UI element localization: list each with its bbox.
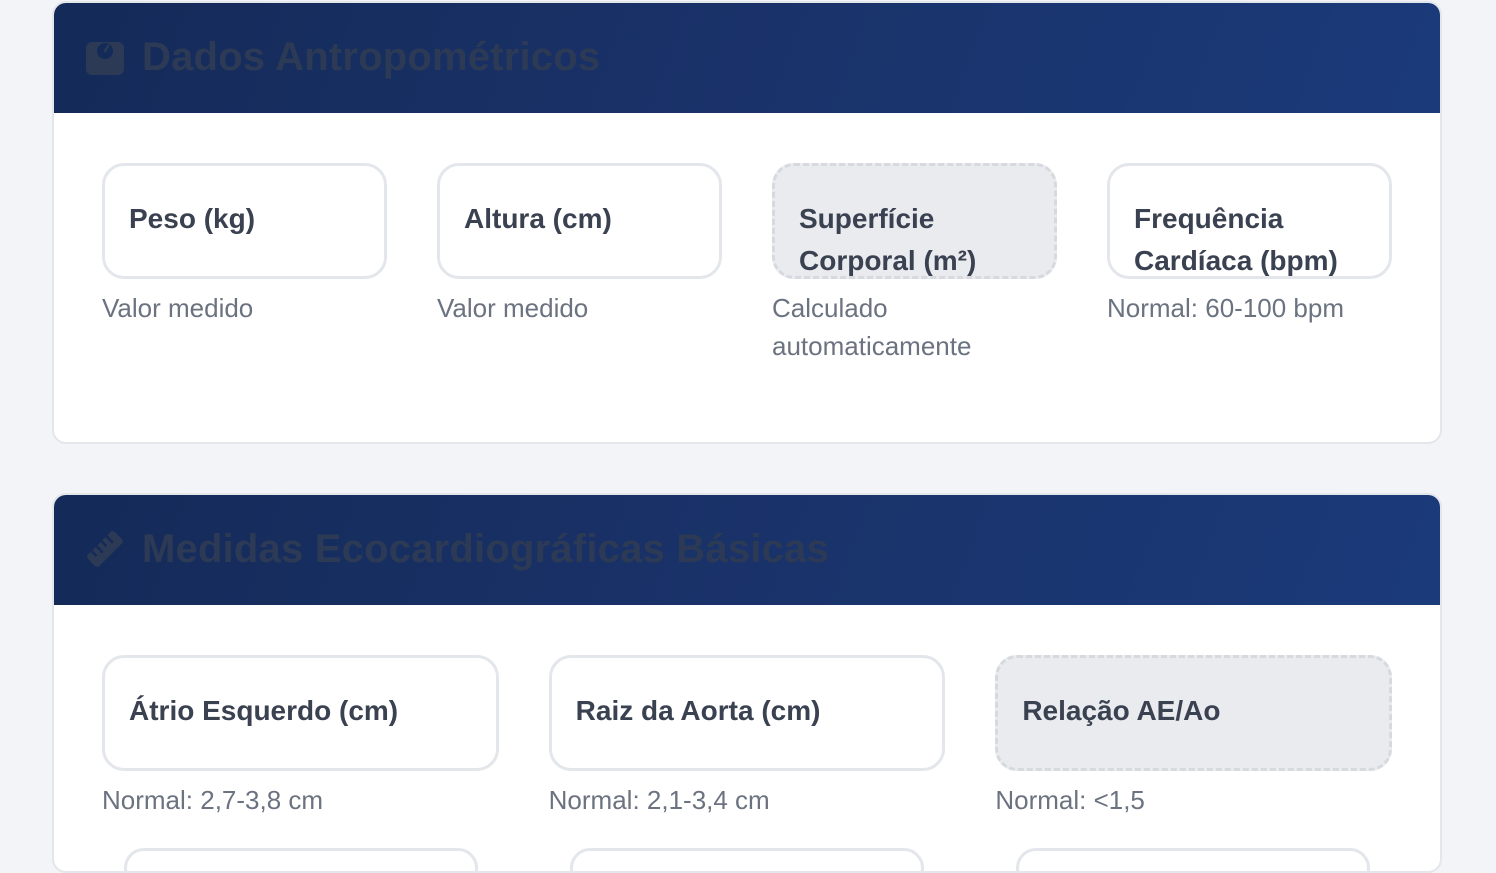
la-ao-ratio-output: Relação AE/Ao [995, 655, 1392, 771]
field-hint: Normal: <1,5 [995, 785, 1145, 815]
field-la-ao-ratio: Relação AE/Ao Normal: <1,5 [995, 655, 1392, 819]
field-hint: Normal: 2,7-3,8 cm [102, 785, 324, 815]
field-weight: Peso (kg) Valor medido [102, 163, 387, 365]
field-label: Superfície Corporal (m²) [799, 203, 977, 276]
field-hint: Valor medido [437, 293, 589, 323]
section-header: Medidas Ecocardiográficas Básicas [54, 495, 1440, 605]
height-input[interactable]: Altura (cm) [437, 163, 722, 279]
field-hint: Normal: 60-100 bpm [1107, 293, 1344, 323]
field-label: Raiz da Aorta (cm) [575, 695, 821, 726]
field-label: Relação AE/Ao [1022, 695, 1221, 726]
field-left-atrium: Átrio Esquerdo (cm) Normal: 2,7-3,8 cm [102, 655, 499, 819]
next-field-input[interactable] [1016, 848, 1370, 871]
field-label: Altura (cm) [464, 203, 612, 234]
next-field-input[interactable] [570, 848, 924, 871]
field-body-surface: Superfície Corporal (m²) Calculado autom… [772, 163, 1057, 365]
field-hint: Valor medido [102, 293, 254, 323]
body-surface-output: Superfície Corporal (m²) [772, 163, 1057, 279]
field-label: Átrio Esquerdo (cm) [129, 695, 399, 726]
field-grid: Peso (kg) Valor medido Altura (cm) Valor… [102, 163, 1392, 365]
section-anthropometric: Dados Antropométricos Peso (kg) Valor me… [52, 1, 1442, 444]
section-header: Dados Antropométricos [54, 3, 1440, 113]
section-title: Dados Antropométricos [142, 34, 601, 79]
field-height: Altura (cm) Valor medido [437, 163, 722, 365]
weight-input[interactable]: Peso (kg) [102, 163, 387, 279]
heart-rate-input[interactable]: Frequência Cardíaca (bpm) [1107, 163, 1392, 279]
next-field-input[interactable] [124, 848, 478, 871]
field-aortic-root: Raiz da Aorta (cm) Normal: 2,1-3,4 cm [548, 655, 946, 819]
field-grid: Átrio Esquerdo (cm) Normal: 2,7-3,8 cm R… [102, 655, 1392, 819]
section-title: Medidas Ecocardiográficas Básicas [142, 526, 829, 571]
aortic-root-input[interactable]: Raiz da Aorta (cm) [548, 655, 946, 771]
field-label: Peso (kg) [129, 203, 256, 234]
left-atrium-input[interactable]: Átrio Esquerdo (cm) [102, 655, 499, 771]
ruler-icon [84, 528, 126, 570]
field-heart-rate: Frequência Cardíaca (bpm) Normal: 60-100… [1107, 163, 1392, 365]
weight-scale-icon [84, 36, 126, 78]
field-hint: Calculado automaticamente [772, 293, 972, 361]
field-hint: Normal: 2,1-3,4 cm [548, 785, 770, 815]
field-label: Frequência Cardíaca (bpm) [1134, 203, 1338, 276]
section-echo-basic: Medidas Ecocardiográficas Básicas Átrio … [52, 493, 1442, 873]
